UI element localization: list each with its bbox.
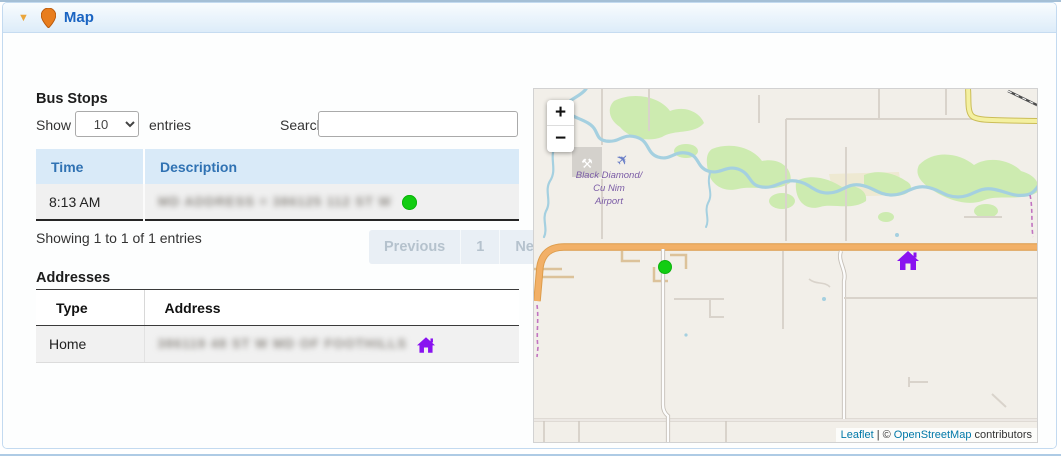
bus-stops-heading: Bus Stops [36, 91, 108, 107]
redacted-stop-address: MD ADDRESS = 386125 112 ST W [158, 194, 392, 209]
map-tiles: ⚒ ✈ Black Diamond/ Cu Nim Airport [534, 89, 1038, 443]
bus-stop-row[interactable]: 8:13 AM MD ADDRESS = 386125 112 ST W [36, 184, 519, 220]
bus-stop-time: 8:13 AM [36, 184, 144, 220]
page-1-button[interactable]: 1 [460, 230, 499, 264]
osm-link[interactable]: OpenStreetMap [894, 429, 972, 441]
previous-button[interactable]: Previous [369, 230, 460, 264]
addresses-table: Type Address Home 386119 48 ST W MD OF F… [36, 289, 519, 363]
airport-label-line3: Airport [594, 196, 623, 207]
map-pin-icon [41, 8, 56, 28]
redacted-home-address: 386119 48 ST W MD OF FOOTHILLS [158, 336, 408, 351]
column-address: Address [144, 290, 519, 326]
bus-stops-header-row[interactable]: Time Description [36, 149, 519, 184]
bus-stop-map-marker[interactable] [659, 261, 672, 274]
quarry-icon: ⚒ [581, 156, 593, 171]
address-row[interactable]: Home 386119 48 ST W MD OF FOOTHILLS [36, 326, 519, 363]
bus-stops-table: Time Description 8:13 AM MD ADDRESS = 38… [36, 149, 519, 221]
map-attribution: Leaflet | © OpenStreetMap contributors [836, 428, 1037, 442]
attribution-separator: | © [877, 429, 891, 441]
zoom-out-button[interactable]: − [547, 126, 574, 152]
panel-title: Map [64, 9, 94, 26]
leaflet-link[interactable]: Leaflet [841, 429, 874, 441]
table-info: Showing 1 to 1 of 1 entries [36, 230, 202, 246]
zoom-in-button[interactable]: + [547, 100, 574, 126]
bus-stop-description: MD ADDRESS = 386125 112 ST W [144, 184, 519, 220]
entries-label: entries [149, 117, 191, 133]
airport-label-line1: Black Diamond/ [576, 170, 644, 181]
map-panel-header[interactable]: ▼ Map [3, 3, 1056, 33]
address-value: 386119 48 ST W MD OF FOOTHILLS [144, 326, 519, 363]
page-size-select[interactable]: 10 [75, 111, 139, 137]
addresses-heading: Addresses [36, 270, 110, 286]
map-panel: ▼ Map Bus Stops Show 10 entries Search: … [2, 2, 1057, 449]
zoom-control: + − [547, 100, 574, 152]
home-icon [417, 337, 435, 353]
column-type: Type [36, 290, 144, 326]
search-input[interactable] [318, 111, 518, 137]
panel-body: Bus Stops Show 10 entries Search: Time D… [3, 33, 1056, 449]
attribution-suffix: contributors [975, 429, 1032, 441]
airport-label-line2: Cu Nim [593, 183, 625, 194]
column-time[interactable]: Time [36, 149, 144, 184]
stop-marker-icon [402, 195, 417, 210]
address-type: Home [36, 326, 144, 363]
column-description[interactable]: Description [144, 149, 519, 184]
bottom-divider [0, 454, 1061, 456]
show-label: Show [36, 117, 71, 133]
collapse-caret-icon[interactable]: ▼ [18, 12, 29, 24]
leaflet-map[interactable]: ⚒ ✈ Black Diamond/ Cu Nim Airport + − [533, 88, 1038, 443]
addresses-header-row: Type Address [36, 290, 519, 326]
